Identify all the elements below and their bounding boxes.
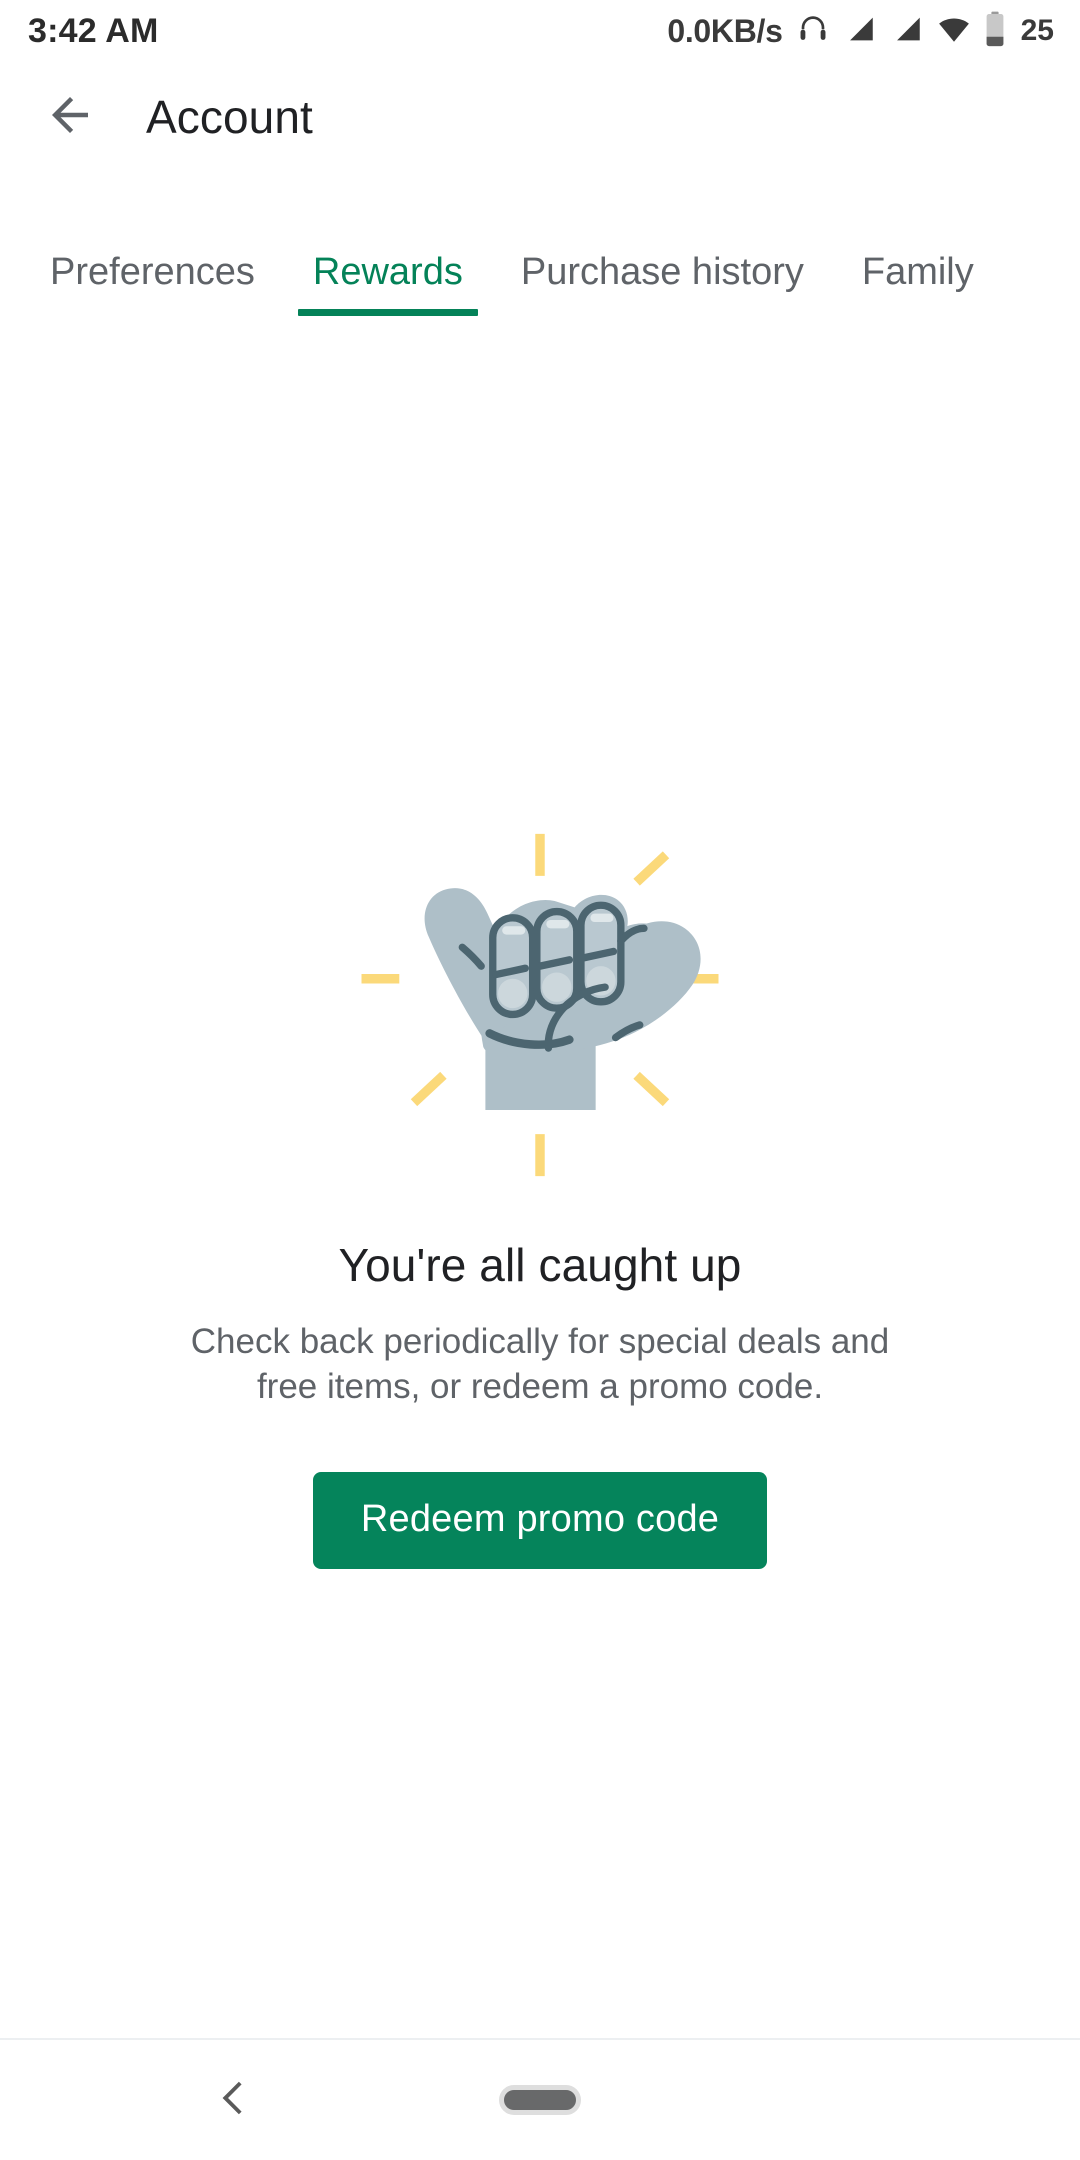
- app-bar: Account: [0, 62, 1080, 172]
- folded-fingers: [489, 901, 625, 1019]
- tab-rewards[interactable]: Rewards: [297, 245, 478, 360]
- headphones-icon: [796, 12, 830, 51]
- battery-percent-label: 25: [1020, 14, 1054, 47]
- signal-cellular-1-icon: [843, 12, 877, 51]
- empty-state-subtitle: Check back periodically for special deal…: [190, 1322, 890, 1406]
- signal-cellular-2-icon: [890, 12, 924, 51]
- home-pill-icon[interactable]: [499, 2085, 581, 2115]
- arrow-back-icon: [43, 88, 97, 147]
- network-speed-label: 0.0KB/s: [667, 12, 783, 49]
- chevron-left-icon: [211, 2076, 255, 2125]
- tab-purchase-history[interactable]: Purchase history: [521, 245, 804, 360]
- status-bar-clock: 3:42 AM: [28, 11, 159, 50]
- tab-label: Preferences: [50, 251, 255, 293]
- status-bar-icons: 0.0KB/s 25: [667, 11, 1054, 52]
- tab-label: Purchase history: [520, 251, 804, 293]
- tab-strip[interactable]: Preferences Rewards Purchase history Fam…: [0, 245, 1080, 360]
- battery-icon: [984, 11, 1006, 52]
- tab-active-indicator: [297, 309, 478, 316]
- status-bar: 3:42 AM 0.0KB/s 25: [0, 0, 1080, 62]
- wifi-icon: [937, 12, 971, 51]
- tab-bar[interactable]: Preferences Rewards Purchase history Fam…: [0, 245, 1080, 360]
- page-title: Account: [146, 91, 313, 143]
- tab-family[interactable]: Family: [862, 245, 974, 360]
- shaka-hand-icon: [330, 830, 750, 1180]
- tab-label: Rewards: [312, 251, 463, 293]
- account-rewards-screen: 3:42 AM 0.0KB/s 25 Account Preferences R…: [0, 0, 1080, 2160]
- system-navigation-bar: [0, 2038, 1080, 2160]
- redeem-promo-code-button[interactable]: Redeem promo code: [312, 1471, 768, 1569]
- rewards-empty-state: You're all caught up Check back periodic…: [0, 360, 1080, 2030]
- tab-preferences[interactable]: Preferences: [50, 245, 255, 360]
- back-button[interactable]: [22, 69, 118, 165]
- tab-label: Family: [861, 251, 974, 293]
- empty-state-title: You're all caught up: [338, 1239, 742, 1291]
- nav-back-button[interactable]: [196, 2063, 270, 2137]
